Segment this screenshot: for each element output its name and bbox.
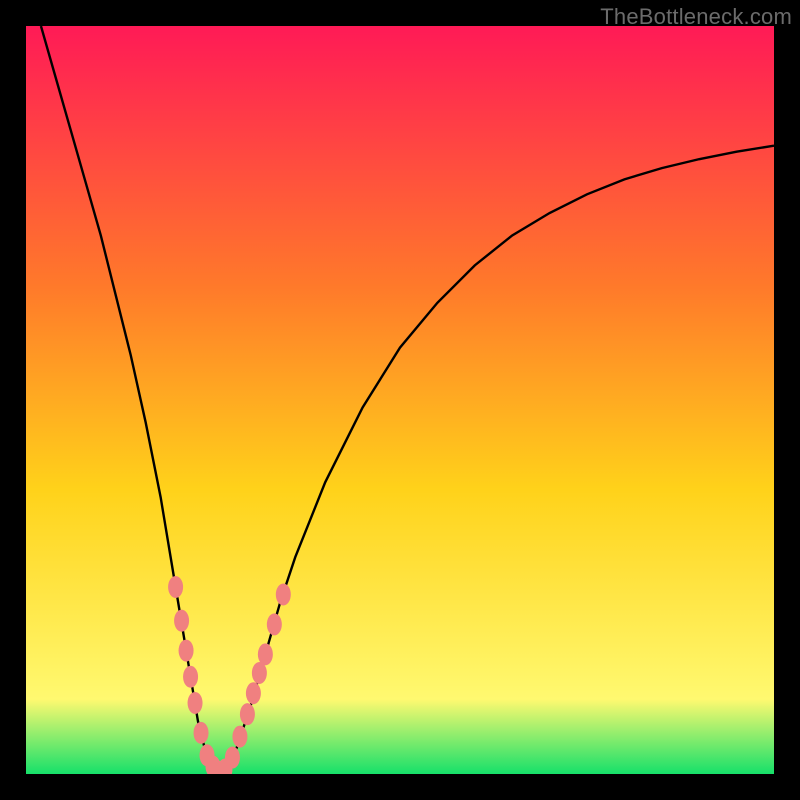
curve-marker xyxy=(246,682,261,704)
curve-marker xyxy=(252,662,267,684)
curve-marker xyxy=(188,692,203,714)
curve-marker xyxy=(194,722,209,744)
gradient-background xyxy=(26,26,774,774)
curve-marker xyxy=(174,610,189,632)
curve-marker xyxy=(232,726,247,748)
curve-marker xyxy=(267,613,282,635)
curve-marker xyxy=(276,583,291,605)
watermark-text: TheBottleneck.com xyxy=(600,4,792,30)
curve-marker xyxy=(183,666,198,688)
curve-marker xyxy=(240,703,255,725)
curve-marker xyxy=(179,640,194,662)
bottleneck-plot xyxy=(26,26,774,774)
chart-frame xyxy=(26,26,774,774)
curve-marker xyxy=(225,747,240,769)
curve-marker xyxy=(258,643,273,665)
curve-marker xyxy=(168,576,183,598)
